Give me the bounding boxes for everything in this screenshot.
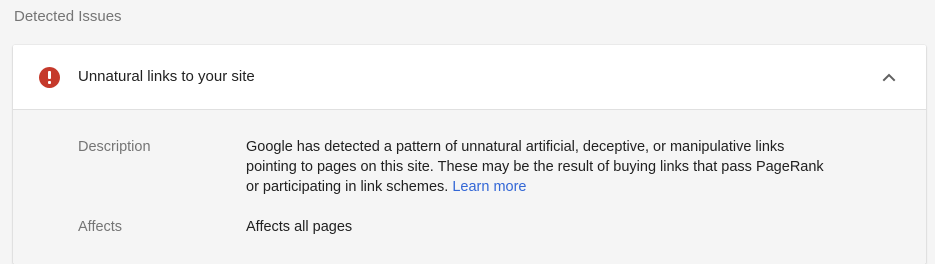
section-title: Detected Issues (14, 8, 122, 25)
description-label: Description (78, 139, 151, 155)
description-value: Google has detected a pattern of unnatur… (246, 137, 826, 197)
chevron-up-icon[interactable] (877, 68, 901, 86)
error-icon (39, 67, 60, 88)
affects-label: Affects (78, 219, 123, 235)
description-text: Google has detected a pattern of unnatur… (246, 139, 824, 195)
issue-card: Unnatural links to your site Description… (13, 45, 926, 264)
issue-header[interactable]: Unnatural links to your site (13, 45, 926, 110)
issue-details: Description Google has detected a patter… (13, 110, 926, 264)
issue-title: Unnatural links to your site (78, 68, 255, 85)
learn-more-link[interactable]: Learn more (452, 179, 526, 195)
affects-value: Affects all pages (246, 219, 353, 235)
